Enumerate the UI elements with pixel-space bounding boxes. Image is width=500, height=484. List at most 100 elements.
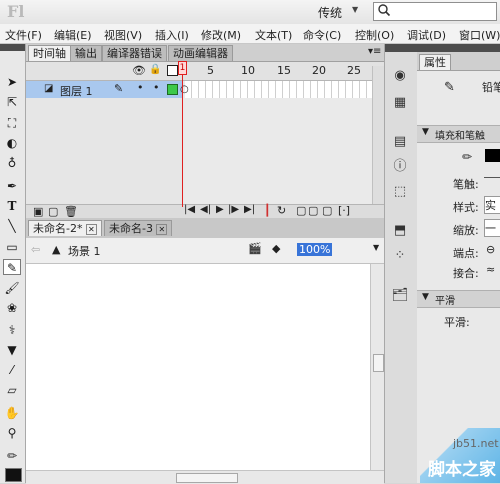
library-panel-icon[interactable]: 🗂	[391, 287, 409, 305]
text-tool-icon[interactable]: T	[3, 198, 21, 214]
new-layer-icon[interactable]: ▣	[33, 205, 43, 218]
stage-hscroll[interactable]	[26, 470, 384, 484]
lasso-tool-icon[interactable]: ♁	[3, 155, 21, 171]
free-transform-tool-icon[interactable]: ⛶	[3, 115, 21, 131]
eyedropper-tool-icon[interactable]: ⁄	[3, 362, 21, 378]
menu-view[interactable]: 视图(V)	[104, 27, 142, 43]
3d-rotation-tool-icon[interactable]: ◐	[3, 135, 21, 151]
stroke-color-swatch[interactable]	[5, 468, 22, 482]
rectangle-tool-icon[interactable]: ▭	[3, 239, 21, 255]
lock-icon[interactable]: 🔒	[149, 64, 161, 75]
subselection-tool-icon[interactable]: ⇱	[3, 94, 21, 110]
stroke-color-swatch[interactable]	[485, 149, 500, 162]
color-panel-icon[interactable]: ◉	[391, 67, 409, 85]
tab-properties[interactable]: 属性	[419, 54, 451, 70]
back-arrow-icon[interactable]: ⇦	[31, 243, 40, 256]
pen-tool-icon[interactable]: ✒	[3, 178, 21, 194]
tab-document-3[interactable]: 未命名-3 ✕	[104, 220, 173, 236]
new-folder-icon[interactable]: ▢	[48, 205, 58, 218]
chevron-down-icon[interactable]: ▼	[352, 5, 358, 14]
join-style-icon[interactable]: ≈	[486, 263, 495, 276]
hscroll-thumb[interactable]	[176, 473, 238, 483]
stage-canvas[interactable]	[26, 264, 370, 470]
info-panel-icon[interactable]: ⓘ	[391, 158, 409, 176]
zoom-tool-icon[interactable]: ⚲	[3, 425, 21, 441]
menu-debug[interactable]: 调试(D)	[407, 27, 446, 43]
menu-text[interactable]: 文本(T)	[255, 27, 292, 43]
goto-last-frame-icon[interactable]: ▶|	[244, 204, 255, 215]
onion-outline-icon[interactable]: ▢	[308, 204, 318, 217]
menu-window[interactable]: 窗口(W)	[459, 27, 500, 43]
components-panel-icon[interactable]: ⬒	[391, 222, 409, 240]
menu-file[interactable]: 文件(F)	[5, 27, 42, 43]
edit-symbols-icon[interactable]: ◆	[272, 242, 280, 255]
stroke-color-icon[interactable]: ✏	[3, 448, 21, 464]
paint-bucket-tool-icon[interactable]: ▼	[3, 342, 21, 358]
step-back-icon[interactable]: ◀|	[200, 204, 211, 215]
tab-compiler-errors[interactable]: 编译器错误	[102, 45, 167, 61]
style-select[interactable]: 实线	[484, 196, 500, 214]
chevron-down-icon[interactable]: ▼	[373, 243, 379, 252]
layer-outline-color[interactable]	[167, 84, 178, 95]
tab-motion-editor[interactable]: 动画编辑器	[168, 45, 233, 61]
bone-tool-icon[interactable]: ⚕	[3, 322, 21, 338]
chevron-down-icon: ▼	[422, 127, 429, 137]
menu-edit[interactable]: 编辑(E)	[54, 27, 92, 43]
tab-output[interactable]: 输出	[70, 45, 102, 61]
lock-dot[interactable]: •	[153, 81, 160, 94]
smooth-section[interactable]: ▼ 平滑	[417, 290, 500, 308]
line-tool-icon[interactable]: ╲	[3, 218, 21, 234]
tool-name: 铅笔	[482, 81, 500, 94]
modify-markers-icon[interactable]: [·]	[338, 204, 350, 217]
layer-name[interactable]: 图层 1	[60, 83, 93, 99]
menu-control[interactable]: 控制(O)	[355, 27, 394, 43]
play-icon[interactable]: ▶	[216, 204, 224, 215]
step-forward-icon[interactable]: |▶	[228, 204, 239, 215]
vscroll-thumb[interactable]	[373, 354, 384, 372]
zoom-input[interactable]: 100%	[297, 243, 333, 256]
scene-label[interactable]: 场景 1	[68, 243, 101, 259]
fill-stroke-section[interactable]: ▼ 填充和笔触	[417, 125, 500, 143]
search-input[interactable]	[373, 2, 497, 21]
pencil-tool-icon[interactable]: ✎	[3, 259, 21, 275]
swatches-panel-icon[interactable]: ▦	[391, 94, 409, 112]
menu-commands[interactable]: 命令(C)	[303, 27, 341, 43]
onion-skin-icon[interactable]: ▢	[296, 204, 306, 217]
stage-vscroll[interactable]	[370, 264, 385, 470]
menu-insert[interactable]: 插入(I)	[155, 27, 189, 43]
edit-multiple-frames-icon[interactable]: ▢	[322, 204, 332, 217]
stroke-slider[interactable]	[484, 177, 500, 186]
frames-row[interactable]	[185, 81, 383, 98]
cap-label: 端点:	[453, 247, 479, 260]
transform-panel-icon[interactable]: ⬚	[391, 183, 409, 201]
selection-tool-icon[interactable]: ➤	[3, 74, 21, 90]
eraser-tool-icon[interactable]: ▱	[3, 382, 21, 398]
eye-icon[interactable]: 👁	[132, 64, 146, 77]
tab-document-2[interactable]: 未命名-2* ✕	[28, 220, 102, 236]
brush-tool-icon[interactable]: 🖌	[3, 280, 21, 296]
cap-style-icon[interactable]: ⊖	[486, 243, 495, 256]
outline-icon[interactable]	[167, 65, 178, 76]
close-icon[interactable]: ✕	[85, 224, 97, 235]
panel-menu-icon[interactable]: ▾≡	[368, 46, 381, 57]
tab-timeline[interactable]: 时间轴	[28, 45, 71, 61]
layer-row[interactable]: ◪ 图层 1 ✎ • •	[26, 81, 182, 98]
menu-modify[interactable]: 修改(M)	[201, 27, 241, 43]
delete-layer-icon[interactable]: 🗑	[64, 205, 78, 218]
loop-icon[interactable]: ↻	[277, 204, 286, 217]
workspace-switcher[interactable]: 传统	[318, 4, 342, 21]
motion-presets-icon[interactable]: ⁘	[391, 247, 409, 265]
frame-tick: 5	[207, 64, 214, 77]
deco-tool-icon[interactable]: ❀	[3, 300, 21, 316]
timeline-vscroll[interactable]	[372, 66, 384, 206]
align-panel-icon[interactable]: ▤	[391, 133, 409, 151]
scale-select[interactable]: 一般	[484, 219, 500, 237]
goto-first-frame-icon[interactable]: |◀	[184, 204, 195, 215]
close-icon[interactable]: ✕	[156, 224, 168, 235]
center-frame-icon[interactable]: ┃	[264, 204, 271, 217]
hand-tool-icon[interactable]: ✋	[3, 405, 21, 421]
visibility-dot[interactable]: •	[137, 81, 144, 94]
playhead[interactable]: 1	[178, 61, 187, 75]
pencil-edit-icon: ✎	[114, 82, 124, 95]
edit-scene-icon[interactable]: 🎬	[248, 242, 262, 255]
